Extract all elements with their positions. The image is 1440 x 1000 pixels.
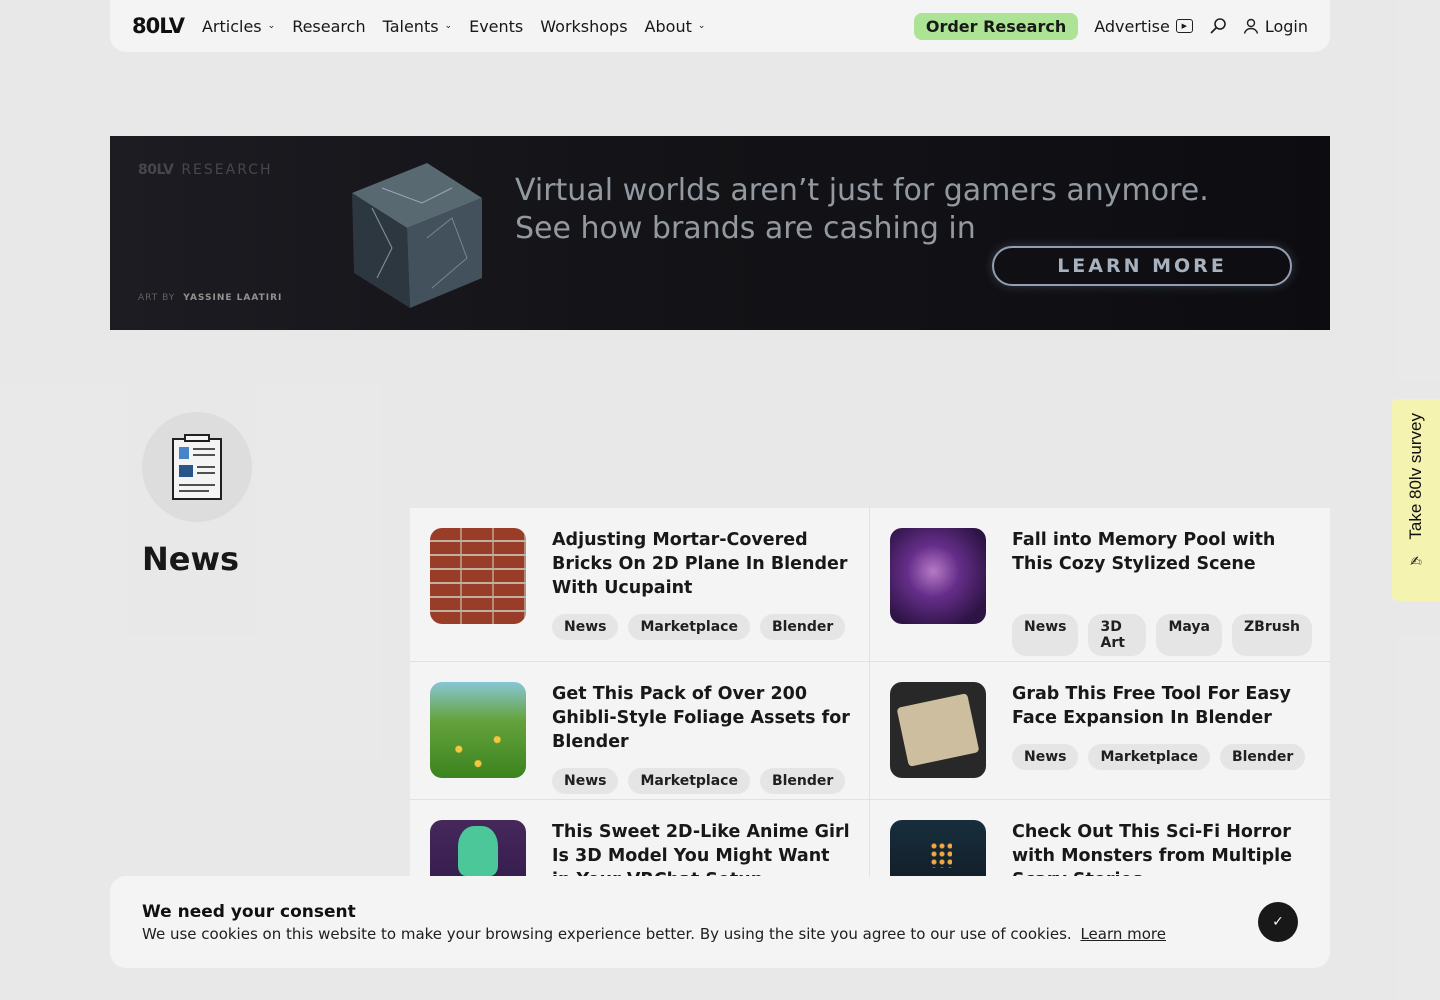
- article-body: Adjusting Mortar-Covered Bricks On 2D Pl…: [552, 528, 852, 641]
- article-thumbnail[interactable]: [430, 682, 526, 778]
- article-card[interactable]: Fall into Memory Pool with This Cozy Sty…: [870, 508, 1330, 662]
- nav-articles[interactable]: Articles ⌄: [202, 17, 275, 36]
- article-title[interactable]: Fall into Memory Pool with This Cozy Sty…: [1012, 528, 1312, 600]
- article-card[interactable]: Grab This Free Tool For Easy Face Expans…: [870, 662, 1330, 800]
- advertise-label: Advertise: [1094, 16, 1170, 36]
- search-icon[interactable]: [1209, 17, 1227, 35]
- section-title: News: [142, 540, 240, 578]
- banner-headline-line2: See how brands are cashing in: [515, 211, 976, 246]
- banner-brand: 80LV RESEARCH: [138, 162, 273, 178]
- survey-label: Take 80lv survey: [1406, 413, 1425, 540]
- user-icon: [1243, 18, 1259, 34]
- header-actions: Order Research Advertise ▶ Login: [913, 12, 1308, 40]
- tag-chip[interactable]: Marketplace: [1088, 744, 1210, 770]
- tag-chip[interactable]: 3D Art: [1088, 614, 1147, 656]
- article-body: Grab This Free Tool For Easy Face Expans…: [1012, 682, 1312, 779]
- advertise-link[interactable]: Advertise ▶: [1094, 17, 1193, 36]
- banner-brand-logo: 80LV: [138, 162, 174, 178]
- tag-chip[interactable]: Blender: [1219, 744, 1306, 770]
- article-card[interactable]: Adjusting Mortar-Covered Bricks On 2D Pl…: [410, 508, 870, 662]
- login-button[interactable]: Login: [1243, 17, 1308, 36]
- nav-about-label: About: [644, 16, 692, 36]
- check-icon: ✓: [1272, 914, 1284, 930]
- nav-workshops[interactable]: Workshops: [540, 17, 627, 36]
- article-tags: News Marketplace Blender: [552, 614, 852, 640]
- newspaper-icon: [172, 434, 222, 500]
- banner-headline: Virtual worlds aren’t just for gamers an…: [515, 172, 1235, 248]
- tag-chip[interactable]: Blender: [759, 614, 846, 640]
- credit-artist: YASSINE LAATIRI: [183, 293, 283, 303]
- article-tags: News 3D Art Maya ZBrush: [1012, 614, 1312, 656]
- play-icon: ▶: [1175, 19, 1193, 33]
- site-header: 80LV Articles ⌄ Research Talents ⌄ Event…: [110, 0, 1330, 52]
- tag-chip[interactable]: Blender: [759, 768, 846, 794]
- article-thumbnail[interactable]: [890, 682, 986, 778]
- login-label: Login: [1264, 16, 1308, 36]
- tag-chip[interactable]: News: [552, 614, 619, 640]
- tag-chip[interactable]: Maya: [1156, 614, 1222, 656]
- research-banner[interactable]: 80LV RESEARCH ART BY YASSINE LAATIRI Vir…: [110, 136, 1330, 330]
- article-tags: News Marketplace Blender: [552, 768, 852, 794]
- nav-research-label: Research: [292, 16, 366, 36]
- tag-chip[interactable]: Marketplace: [628, 768, 750, 794]
- article-title[interactable]: Adjusting Mortar-Covered Bricks On 2D Pl…: [552, 528, 852, 600]
- nav-about[interactable]: About ⌄: [645, 17, 706, 36]
- tag-chip[interactable]: News: [1012, 744, 1079, 770]
- article-tags: News Marketplace Blender: [1012, 744, 1312, 770]
- crystal-cube-image: [352, 163, 482, 308]
- cookie-consent-banner: We need your consent We use cookies on t…: [110, 876, 1330, 968]
- consent-text-row: We use cookies on this website to make y…: [142, 925, 1298, 943]
- banner-headline-line1: Virtual worlds aren’t just for gamers an…: [515, 173, 1209, 208]
- chevron-down-icon: ⌄: [267, 21, 276, 31]
- article-grid: Adjusting Mortar-Covered Bricks On 2D Pl…: [410, 508, 1330, 920]
- learn-more-button[interactable]: LEARN MORE: [992, 246, 1292, 286]
- banner-credit: ART BY YASSINE LAATIRI: [138, 293, 282, 303]
- tag-chip[interactable]: News: [1012, 614, 1079, 656]
- tag-chip[interactable]: Marketplace: [628, 614, 750, 640]
- nav-events-label: Events: [469, 16, 524, 36]
- nav-articles-label: Articles: [201, 16, 262, 36]
- article-title[interactable]: Grab This Free Tool For Easy Face Expans…: [1012, 682, 1312, 730]
- news-section-icon: [142, 412, 252, 522]
- consent-title: We need your consent: [142, 902, 356, 922]
- survey-logo-icon: ✍: [1410, 553, 1422, 570]
- article-title[interactable]: Get This Pack of Over 200 Ghibli-Style F…: [552, 682, 852, 754]
- nav-research[interactable]: Research: [292, 17, 365, 36]
- article-body: Get This Pack of Over 200 Ghibli-Style F…: [552, 682, 852, 794]
- consent-message: We use cookies on this website to make y…: [142, 925, 1072, 943]
- tag-chip[interactable]: News: [552, 768, 619, 794]
- chevron-down-icon: ⌄: [697, 21, 706, 31]
- site-logo[interactable]: 80LV: [132, 14, 185, 38]
- tag-chip[interactable]: ZBrush: [1232, 614, 1312, 656]
- nav-talents[interactable]: Talents ⌄: [383, 17, 453, 36]
- article-card[interactable]: Get This Pack of Over 200 Ghibli-Style F…: [410, 662, 870, 800]
- article-thumbnail[interactable]: [430, 528, 526, 624]
- chevron-down-icon: ⌄: [444, 21, 453, 31]
- learn-more-link[interactable]: Learn more: [1080, 925, 1166, 943]
- nav-workshops-label: Workshops: [540, 16, 628, 36]
- banner-brand-section: RESEARCH: [181, 162, 273, 178]
- consent-accept-button[interactable]: ✓: [1258, 902, 1298, 942]
- nav-talents-label: Talents: [382, 16, 439, 36]
- nav-events[interactable]: Events: [469, 17, 523, 36]
- survey-tab[interactable]: Take 80lv survey ✍: [1392, 399, 1440, 601]
- article-body: Fall into Memory Pool with This Cozy Sty…: [1012, 528, 1312, 656]
- credit-prefix: ART BY: [138, 293, 176, 303]
- main-nav: Articles ⌄ Research Talents ⌄ Events Wor…: [202, 17, 705, 36]
- order-research-button[interactable]: Order Research: [913, 12, 1079, 40]
- article-thumbnail[interactable]: [890, 528, 986, 624]
